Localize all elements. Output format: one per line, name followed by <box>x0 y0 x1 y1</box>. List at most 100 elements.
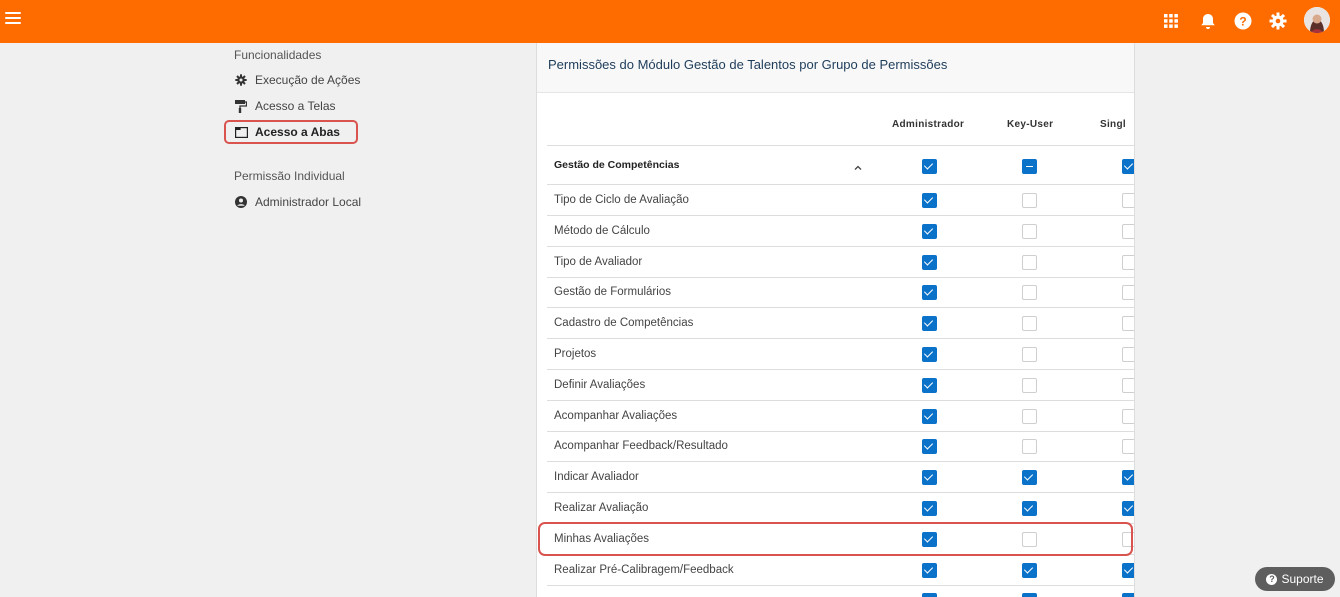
checkbox-key-user[interactable] <box>1022 562 1037 578</box>
checkbox-single[interactable] <box>1122 439 1134 455</box>
row-label: Minhas Avaliações <box>554 532 650 545</box>
row-label: Cadastro de Competências <box>554 317 694 330</box>
checkbox-administrador[interactable] <box>922 531 937 547</box>
checkbox-single[interactable] <box>1122 470 1134 486</box>
row-label: Gestão de Formulários <box>554 286 671 299</box>
checkbox-single[interactable] <box>1122 285 1134 301</box>
checkbox-key-user[interactable] <box>1022 377 1037 393</box>
checkbox-key-user[interactable] <box>1022 285 1037 301</box>
checkbox-administrador[interactable] <box>922 285 937 301</box>
individual-permission-title: Permissão Individual <box>234 169 345 183</box>
column-header-single: Singl <box>1100 119 1126 130</box>
checkbox-administrador[interactable] <box>922 254 937 270</box>
checkbox-administrador[interactable] <box>922 593 937 597</box>
user-circle-icon <box>234 195 248 209</box>
column-header-administrador: Administrador <box>892 119 965 130</box>
sidebar-item-label: Administrador Local <box>255 195 362 209</box>
menu-icon[interactable] <box>5 12 21 26</box>
table-row: Realizar Pré-Calibragem/Feedback <box>547 555 1134 586</box>
checkbox-administrador[interactable] <box>922 193 937 208</box>
checkbox-administrador[interactable] <box>922 316 937 332</box>
bell-icon[interactable] <box>1197 10 1219 32</box>
table-row: Acompanhar Feedback/Resultado <box>547 431 1134 463</box>
checkbox-key-user[interactable] <box>1022 408 1037 424</box>
functionalities-title: Funcionalidades <box>234 48 322 62</box>
gear-icon <box>234 73 248 87</box>
apps-grid-icon[interactable] <box>1160 10 1182 32</box>
chevron-up-icon[interactable] <box>853 160 863 170</box>
checkbox-administrador[interactable] <box>922 347 937 362</box>
row-label: Tipo de Avaliador <box>554 255 643 268</box>
table-row: Projetos <box>547 339 1134 370</box>
checkbox-key-user[interactable] <box>1022 316 1037 332</box>
table-row: Método de Cálculo <box>547 216 1134 247</box>
table-row: Tipo de Ciclo de Avaliação <box>547 185 1134 216</box>
checkbox-key-user[interactable] <box>1022 254 1037 270</box>
checkbox-single[interactable] <box>1122 562 1134 578</box>
checkbox-key-user[interactable] <box>1022 347 1037 362</box>
table-row: Realizar Avaliação <box>547 493 1134 524</box>
checkbox-single[interactable] <box>1122 193 1134 208</box>
sidebar-item-acesso-abas[interactable]: Acesso a Abas <box>224 120 358 144</box>
row-label: Realizar Avaliação <box>554 502 649 514</box>
checkbox-key-user[interactable] <box>1022 593 1037 597</box>
sidebar-item-label: Execução de Ações <box>255 73 361 87</box>
checkbox-administrador[interactable] <box>922 159 937 174</box>
top-bar: ? <box>0 0 1340 43</box>
svg-text:?: ? <box>1239 15 1246 29</box>
row-label: Indicar Avaliador <box>554 471 639 484</box>
checkbox-single[interactable] <box>1122 316 1134 332</box>
permissions-panel: Permissões do Módulo Gestão de Talentos … <box>536 43 1135 597</box>
support-button[interactable]: ? Suporte <box>1255 567 1335 591</box>
checkbox-single[interactable] <box>1122 254 1134 270</box>
checkbox-administrador[interactable] <box>922 439 937 455</box>
checkbox-key-user[interactable] <box>1022 159 1037 174</box>
help-icon: ? <box>1266 573 1278 585</box>
paint-roller-icon <box>234 99 248 113</box>
checkbox-key-user[interactable] <box>1022 531 1037 547</box>
checkbox-administrador[interactable] <box>922 377 937 393</box>
checkbox-key-user[interactable] <box>1022 223 1037 239</box>
checkbox-single[interactable] <box>1122 347 1134 362</box>
checkbox-administrador[interactable] <box>922 470 937 486</box>
group-label: Gestão de Competências <box>554 159 680 171</box>
checkbox-administrador[interactable] <box>922 501 937 516</box>
help-icon[interactable]: ? <box>1232 10 1254 32</box>
row-label: Tipo de Ciclo de Avaliação <box>554 194 689 206</box>
checkbox-single[interactable] <box>1122 223 1134 239</box>
checkbox-key-user[interactable] <box>1022 193 1037 208</box>
checkbox-key-user[interactable] <box>1022 501 1037 516</box>
checkbox-administrador[interactable] <box>922 223 937 239</box>
support-label: Suporte <box>1281 572 1324 586</box>
row-label: Acompanhar Avaliações <box>554 409 678 422</box>
checkbox-key-user[interactable] <box>1022 470 1037 486</box>
sidebar-item-execucao-acoes[interactable]: Execução de Ações <box>234 73 360 87</box>
row-label: Método de Cálculo <box>554 224 650 237</box>
table-row: Indicar Avaliador <box>547 462 1134 494</box>
checkbox-single[interactable] <box>1122 377 1134 393</box>
row-label: Acompanhar Feedback/Resultado <box>554 440 728 453</box>
avatar[interactable] <box>1304 7 1330 33</box>
table-row: Minhas Avaliações <box>547 524 1134 555</box>
checkbox-single[interactable] <box>1122 531 1134 547</box>
panel-title: Permissões do Módulo Gestão de Talentos … <box>537 43 1134 93</box>
checkbox-single[interactable] <box>1122 501 1134 516</box>
sidebar-item-acesso-telas[interactable]: Acesso a Telas <box>234 99 336 113</box>
sidebar-item-administrador-local[interactable]: Administrador Local <box>234 195 361 209</box>
sidebar-item-label: Acesso a Telas <box>255 99 336 113</box>
checkbox-single[interactable] <box>1122 159 1134 174</box>
gear-icon[interactable] <box>1267 10 1289 32</box>
checkbox-single[interactable] <box>1122 408 1134 424</box>
checkbox-key-user[interactable] <box>1022 439 1037 455</box>
table-row: Cadastro de Competências <box>547 308 1134 340</box>
table-row: Acompanhar Avaliações <box>547 401 1134 432</box>
checkbox-administrador[interactable] <box>922 408 937 424</box>
row-label: Definir Avaliações <box>554 378 646 391</box>
checkbox-single[interactable] <box>1122 593 1134 597</box>
sidebar-item-label: Acesso a Abas <box>255 125 340 139</box>
column-header-key-user: Key-User <box>1007 119 1054 130</box>
group-row: Gestão de Competências <box>547 145 1134 185</box>
table-row <box>547 585 1134 597</box>
table-row: Definir Avaliações <box>547 370 1134 401</box>
checkbox-administrador[interactable] <box>922 562 937 578</box>
